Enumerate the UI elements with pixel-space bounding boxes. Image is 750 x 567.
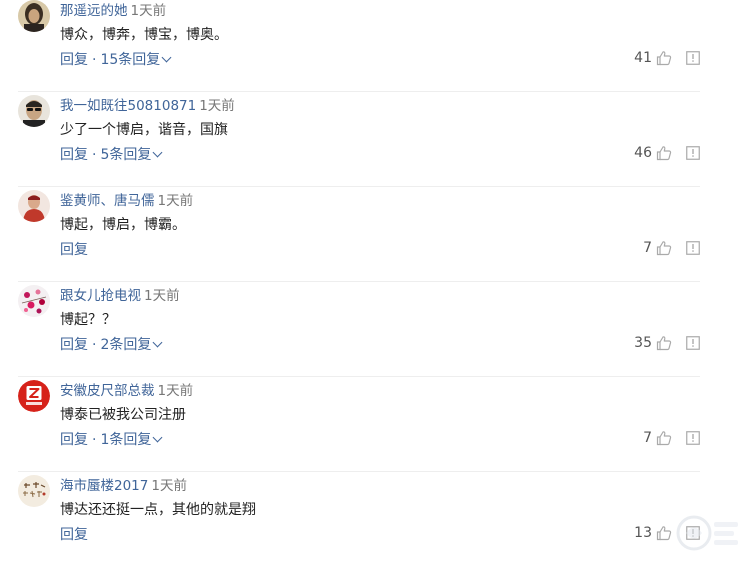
like-button[interactable]: 7 bbox=[643, 428, 672, 448]
avatar-dark-portrait-icon bbox=[18, 0, 50, 32]
like-count: 7 bbox=[643, 240, 652, 256]
replies-count-label: 1条回复 bbox=[100, 432, 152, 448]
chevron-down-icon bbox=[161, 52, 172, 63]
view-replies-button[interactable]: 15条回复 bbox=[100, 52, 172, 68]
avatar[interactable] bbox=[18, 475, 50, 507]
thumbs-up-icon bbox=[656, 431, 672, 446]
thumbs-up-icon bbox=[656, 51, 672, 66]
comment-meta: 跟女儿抢电视 1天前 bbox=[60, 287, 180, 305]
comment-actions: 回复 · 1条回复 bbox=[60, 431, 163, 449]
username[interactable]: 安徽皮尺部总裁 bbox=[60, 383, 155, 399]
like-count: 35 bbox=[634, 335, 652, 351]
username[interactable]: 海市蜃楼2017 bbox=[60, 478, 148, 494]
report-icon[interactable] bbox=[686, 336, 700, 350]
comment-item: 海市蜃楼2017 1天前 博达还还挺一点，其他的就是翔 回复 13 bbox=[0, 472, 750, 567]
like-button[interactable]: 13 bbox=[634, 523, 672, 543]
comment-time: 1天前 bbox=[151, 478, 187, 494]
username[interactable]: 鉴黄师、唐马儒 bbox=[60, 193, 155, 209]
comment-actions: 回复 · 2条回复 bbox=[60, 336, 163, 354]
avatar-red-logo-icon bbox=[18, 380, 50, 412]
comment-time: 1天前 bbox=[130, 3, 167, 19]
thumbs-up-icon bbox=[656, 241, 672, 256]
username[interactable]: 我一如既往50810871 bbox=[60, 98, 196, 114]
like-count: 7 bbox=[643, 430, 652, 446]
comment-actions: 回复 · 5条回复 bbox=[60, 146, 163, 164]
report-icon[interactable] bbox=[686, 241, 700, 255]
reply-button[interactable]: 回复 bbox=[60, 527, 88, 543]
reply-button[interactable]: 回复 bbox=[60, 242, 88, 258]
comment-time: 1天前 bbox=[144, 288, 180, 304]
comment-time: 1天前 bbox=[157, 193, 194, 209]
avatar[interactable] bbox=[18, 190, 50, 222]
avatar-calligraphy-icon bbox=[18, 475, 50, 507]
comment-actions: 回复 bbox=[60, 526, 88, 544]
comment-item: 安徽皮尺部总裁 1天前 博泰已被我公司注册 回复 · 1条回复 7 bbox=[0, 377, 750, 472]
comment-actions: 回复 bbox=[60, 241, 88, 259]
comment-time: 1天前 bbox=[157, 383, 194, 399]
report-icon[interactable] bbox=[686, 51, 700, 65]
reply-button[interactable]: 回复 bbox=[60, 147, 88, 163]
chevron-down-icon bbox=[152, 147, 163, 158]
comment-item: 我一如既往50810871 1天前 少了一个博启，谐音，国旗 回复 · 5条回复 46 bbox=[0, 92, 750, 187]
comment-text: 博泰已被我公司注册 bbox=[60, 407, 186, 423]
comment-text: 博众，博奔，博宝，博奥。 bbox=[60, 27, 228, 43]
comment-item: 鉴黄师、唐马儒 1天前 博起，博启，博霸。 回复 7 bbox=[0, 187, 750, 282]
like-count: 41 bbox=[634, 50, 652, 66]
avatar-red-figure-icon bbox=[18, 190, 50, 222]
comment-time: 1天前 bbox=[199, 98, 235, 114]
comment-meta: 那遥远的她 1天前 bbox=[60, 2, 166, 20]
comment-meta: 海市蜃楼2017 1天前 bbox=[60, 477, 187, 495]
username[interactable]: 那遥远的她 bbox=[60, 3, 128, 19]
comment-meta: 我一如既往50810871 1天前 bbox=[60, 97, 235, 115]
comment-list: 那遥远的她 1天前 博众，博奔，博宝，博奥。 回复 · 15条回复 41 我一如… bbox=[0, 0, 750, 567]
reply-button[interactable]: 回复 bbox=[60, 337, 88, 353]
view-replies-button[interactable]: 2条回复 bbox=[100, 337, 163, 353]
replies-count-label: 5条回复 bbox=[100, 147, 152, 163]
view-replies-button[interactable]: 5条回复 bbox=[100, 147, 163, 163]
like-button[interactable]: 46 bbox=[634, 143, 672, 163]
separator-dot: · bbox=[92, 337, 97, 353]
username[interactable]: 跟女儿抢电视 bbox=[60, 288, 141, 304]
view-replies-button[interactable]: 1条回复 bbox=[100, 432, 163, 448]
chevron-down-icon bbox=[152, 337, 163, 348]
avatar-sunglasses-man-icon bbox=[18, 95, 50, 127]
comment-meta: 安徽皮尺部总裁 1天前 bbox=[60, 382, 193, 400]
avatar[interactable] bbox=[18, 285, 50, 317]
avatar[interactable] bbox=[18, 380, 50, 412]
thumbs-up-icon bbox=[656, 146, 672, 161]
comment-item: 跟女儿抢电视 1天前 博起？？ 回复 · 2条回复 35 bbox=[0, 282, 750, 377]
comment-text: 博起？？ bbox=[60, 312, 116, 328]
comment-actions: 回复 · 15条回复 bbox=[60, 51, 172, 69]
separator-dot: · bbox=[92, 432, 97, 448]
separator-dot: · bbox=[92, 147, 97, 163]
like-button[interactable]: 41 bbox=[634, 48, 672, 68]
chevron-down-icon bbox=[152, 432, 163, 443]
comment-text: 博起，博启，博霸。 bbox=[60, 217, 186, 233]
watermark-logo-icon bbox=[676, 515, 738, 551]
like-count: 46 bbox=[634, 145, 652, 161]
thumbs-up-icon bbox=[656, 336, 672, 351]
report-icon[interactable] bbox=[686, 431, 700, 445]
replies-count-label: 2条回复 bbox=[100, 337, 152, 353]
comment-item: 那遥远的她 1天前 博众，博奔，博宝，博奥。 回复 · 15条回复 41 bbox=[0, 0, 750, 92]
reply-button[interactable]: 回复 bbox=[60, 432, 88, 448]
reply-button[interactable]: 回复 bbox=[60, 52, 88, 68]
avatar[interactable] bbox=[18, 0, 50, 32]
report-icon[interactable] bbox=[686, 146, 700, 160]
replies-count-label: 15条回复 bbox=[100, 52, 161, 68]
like-button[interactable]: 35 bbox=[634, 333, 672, 353]
avatar-floral-icon bbox=[18, 285, 50, 317]
like-count: 13 bbox=[634, 525, 652, 541]
comment-meta: 鉴黄师、唐马儒 1天前 bbox=[60, 192, 193, 210]
thumbs-up-icon bbox=[656, 526, 672, 541]
avatar[interactable] bbox=[18, 95, 50, 127]
comment-text: 少了一个博启，谐音，国旗 bbox=[60, 122, 228, 138]
comment-text: 博达还还挺一点，其他的就是翔 bbox=[60, 502, 256, 518]
like-button[interactable]: 7 bbox=[643, 238, 672, 258]
separator-dot: · bbox=[92, 52, 97, 68]
